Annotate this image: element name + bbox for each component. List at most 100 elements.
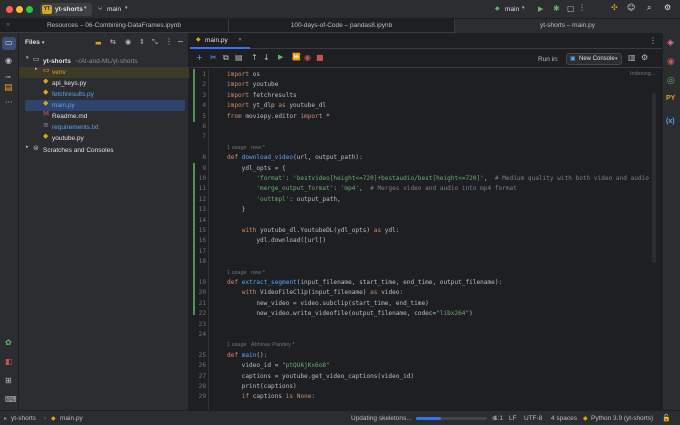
run-cell-icon[interactable]: ▶: [278, 54, 283, 61]
run-in-select[interactable]: ▣ New Console ▾: [566, 53, 622, 65]
code-inlay-hint[interactable]: 1 usage new *: [190, 268, 662, 278]
code-inlay-hint[interactable]: 1 usage new *: [190, 143, 662, 153]
breadcrumb-file[interactable]: main.py: [60, 414, 83, 423]
sync-icon[interactable]: ⇆: [110, 39, 116, 46]
branch-switcher[interactable]: ⑂ main ▾: [97, 3, 131, 16]
status-menu-icon[interactable]: ▸: [4, 414, 7, 423]
code-line[interactable]: 10 'format': 'bestvideo[height<=720]+bes…: [190, 174, 662, 184]
close-tab-icon[interactable]: ✕: [6, 23, 10, 28]
editor-tab-main[interactable]: ◆ main.py ✕: [190, 33, 250, 49]
code-line[interactable]: 6: [190, 122, 662, 132]
code-line[interactable]: 3 import fetchresults: [190, 91, 662, 101]
zoom-window-button[interactable]: [26, 6, 33, 13]
code-line[interactable]: 23: [190, 320, 662, 330]
code-line[interactable]: 8 def download_video(url, output_path):: [190, 153, 662, 163]
hide-panel-icon[interactable]: −: [177, 38, 184, 46]
settings-gear-icon[interactable]: ⚙: [664, 4, 671, 12]
sciview-icon[interactable]: (x): [666, 118, 675, 125]
lock-icon[interactable]: 🔓: [662, 414, 671, 423]
structure-icon[interactable]: ▤: [4, 84, 13, 93]
window-tab-pandas8[interactable]: 100-days-of-Code – pandas8.ipynb: [229, 19, 455, 33]
project-switcher[interactable]: YT yt-shorts ▾: [40, 3, 92, 16]
locate-icon[interactable]: ◉: [125, 39, 131, 46]
python-console-icon[interactable]: PY: [666, 95, 675, 102]
profile-icon[interactable]: ☺: [627, 4, 635, 12]
stop-kernel-icon[interactable]: ■: [316, 54, 324, 62]
tree-item-scratches[interactable]: ▸ ⊜ Scratches and Consoles: [19, 145, 189, 156]
run-all-icon[interactable]: ⏩: [292, 54, 301, 61]
close-tab-icon[interactable]: ✕: [238, 38, 242, 43]
code-line[interactable]: 22 new_video.write_videofile(output_file…: [190, 309, 662, 319]
code-line[interactable]: 15 with youtube_dl.YoutubeDL(ydl_opts) a…: [190, 226, 662, 236]
minimize-window-button[interactable]: [16, 6, 23, 13]
code-line[interactable]: 13 }: [190, 205, 662, 215]
move-up-icon[interactable]: ↑: [251, 54, 258, 62]
database-icon[interactable]: ◎: [667, 77, 675, 86]
code-line[interactable]: 2 import youtube: [190, 80, 662, 90]
code-line[interactable]: 12 'outtmpl': output_path,: [190, 195, 662, 205]
debug-icon[interactable]: ✱: [553, 5, 560, 13]
run-config-selector[interactable]: ◆ main ▾: [494, 3, 530, 16]
layout-icon[interactable]: ▥: [628, 54, 636, 62]
code-line[interactable]: 27 captions = youtube.get_video_captions…: [190, 372, 662, 382]
code-line[interactable]: 7: [190, 132, 662, 142]
code-line[interactable]: 16 ydl.download([url]): [190, 236, 662, 246]
terminal-icon[interactable]: ⌨: [5, 396, 17, 404]
github-icon[interactable]: ◉: [5, 57, 12, 65]
code-line[interactable]: 9 ydl_opts = {: [190, 164, 662, 174]
code-line[interactable]: 28 print(captions): [190, 382, 662, 392]
caret-position[interactable]: 1:1: [494, 414, 503, 423]
tree-item-file-selected[interactable]: ◆ main.py: [25, 100, 185, 111]
search-icon[interactable]: ⌕: [647, 4, 651, 12]
more-tools-icon[interactable]: ···: [5, 99, 13, 107]
code-line[interactable]: 25 def main():: [190, 351, 662, 361]
code-line[interactable]: 17: [190, 247, 662, 257]
more-actions-icon[interactable]: ⋮: [578, 4, 586, 12]
code-line[interactable]: 21 new_video = video.subclip(start_time,…: [190, 299, 662, 309]
project-panel-title[interactable]: Files ▾: [25, 38, 44, 48]
run-icon[interactable]: ▶: [538, 6, 543, 13]
copy-icon[interactable]: ⧉: [223, 54, 229, 62]
expand-all-icon[interactable]: ⇕: [139, 39, 145, 46]
code-line[interactable]: 20 with VideoFileClip(input_filename) as…: [190, 288, 662, 298]
breadcrumb-project[interactable]: yt-shorts: [11, 414, 36, 423]
move-down-icon[interactable]: ↓: [263, 54, 270, 62]
window-tab-resources[interactable]: ✕ Resources – 06-Combining-DataFrames.ip…: [0, 19, 229, 33]
indent-setting[interactable]: 4 spaces: [551, 414, 577, 423]
paste-icon[interactable]: ▤: [235, 54, 243, 62]
code-with-me-icon[interactable]: ✣: [611, 4, 618, 12]
code-line[interactable]: 11 'merge_output_format': 'mp4', # Merge…: [190, 184, 662, 194]
interrupt-icon[interactable]: ◉: [304, 54, 311, 62]
python-packages-icon[interactable]: ⊞: [5, 377, 12, 385]
stop-icon[interactable]: ▢: [567, 5, 575, 13]
code-line[interactable]: 14: [190, 216, 662, 226]
window-tab-yt-shorts[interactable]: yt-shorts – main.py: [455, 19, 680, 33]
close-window-button[interactable]: [6, 6, 13, 13]
tree-item-file[interactable]: ◆ youtube.py: [19, 133, 189, 144]
code-line[interactable]: 26 video_id = "ptQUAjKx6o8": [190, 361, 662, 371]
file-encoding[interactable]: UTF-8: [524, 414, 542, 423]
code-line[interactable]: 19 def extract_segment(input_filename, st…: [190, 278, 662, 288]
code-line[interactable]: 29 if captions is None:: [190, 392, 662, 402]
open-folder-icon[interactable]: ▬: [95, 40, 102, 47]
code-view[interactable]: 1 import os 2 import youtube 3 import fetchre…: [190, 69, 662, 410]
code-line[interactable]: 1 import os: [190, 70, 662, 80]
code-inlay-hint[interactable]: 1 usage Abhinav Pandey *: [190, 340, 662, 350]
project-tool-button[interactable]: ▭: [2, 37, 16, 50]
code-line[interactable]: 24: [190, 330, 662, 340]
plugins-icon[interactable]: ✿: [5, 339, 12, 347]
editor-options-icon[interactable]: ⋮: [649, 37, 657, 45]
options-icon[interactable]: ⋮: [165, 38, 173, 46]
code-line[interactable]: 18: [190, 257, 662, 267]
problems-icon[interactable]: ◧: [5, 358, 13, 366]
collapse-all-icon[interactable]: ⤡: [152, 39, 158, 46]
code-line[interactable]: 4 import yt_dlp as youtube_dl: [190, 101, 662, 111]
add-icon[interactable]: +: [196, 54, 203, 62]
commit-icon[interactable]: ⊸: [5, 74, 11, 81]
background-task-label[interactable]: Updating skeletons...: [351, 414, 412, 423]
cut-icon[interactable]: ✂: [210, 54, 217, 62]
line-separator[interactable]: LF: [509, 414, 517, 423]
code-line[interactable]: 5 from moviepy.editor import *: [190, 112, 662, 122]
ai-assistant-icon[interactable]: ◈: [667, 39, 674, 48]
python-interpreter[interactable]: Python 3.9 (yt-shorts): [591, 414, 653, 423]
